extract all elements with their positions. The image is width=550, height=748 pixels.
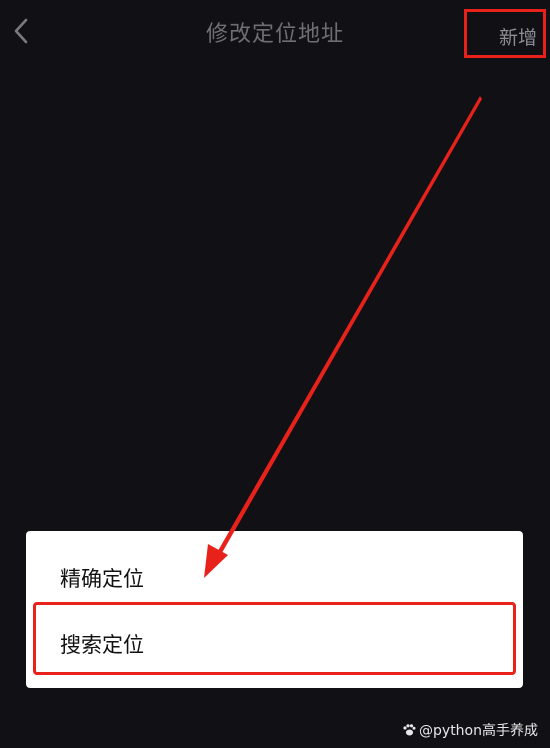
paw-icon — [403, 724, 416, 736]
search-location-option[interactable]: 搜索定位 — [60, 629, 144, 659]
nav-bar: 修改定位地址 新增 — [0, 0, 550, 62]
add-button[interactable]: 新增 — [464, 9, 546, 58]
watermark: @python高手养成 — [402, 720, 538, 740]
precise-location-option[interactable]: 精确定位 — [60, 563, 144, 593]
watermark-text: @python高手养成 — [419, 723, 538, 739]
location-options-sheet: 精确定位 搜索定位 — [26, 531, 523, 688]
add-button-label: 新增 — [498, 27, 537, 49]
